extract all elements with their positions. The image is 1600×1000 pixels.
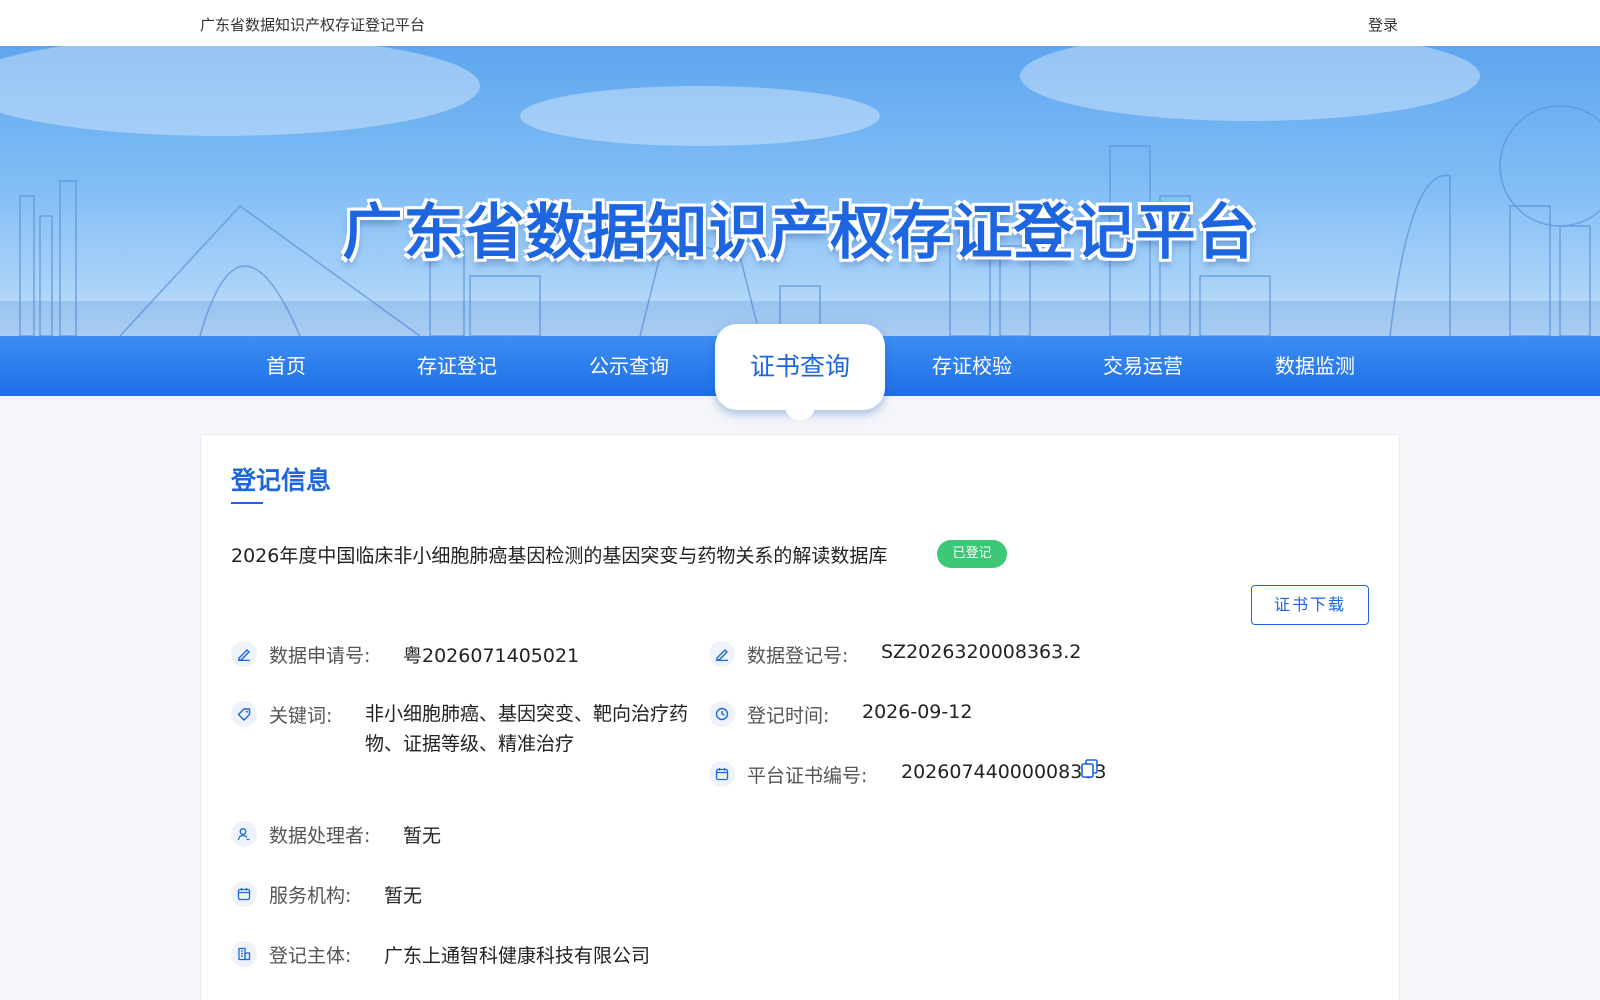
clock-icon <box>709 701 735 727</box>
section-underline <box>231 502 263 504</box>
field-label: 登记时间: <box>747 705 830 727</box>
building-icon <box>231 941 257 967</box>
field-label: 数据处理者: <box>269 825 371 847</box>
nav-item-monitoring[interactable]: 数据监测 <box>1230 336 1400 396</box>
hero-banner: 广东省数据知识产权存证登记平台 <box>0 46 1600 344</box>
field-value: 20260744000008363 <box>901 761 1107 783</box>
user-icon <box>231 821 257 847</box>
calendar-icon <box>231 881 257 907</box>
status-badge: 已登记 <box>937 540 1007 568</box>
site-title: 广东省数据知识产权存证登记平台 <box>200 16 426 34</box>
top-bar: 广东省数据知识产权存证登记平台 登录 <box>0 0 1600 46</box>
field-value: 2026-09-12 <box>862 701 973 723</box>
field-value: 粤2026071405021 <box>403 645 580 667</box>
field-value: 广东上通智科健康科技有限公司 <box>384 945 651 967</box>
nav-item-home[interactable]: 首页 <box>201 336 371 396</box>
field-value: 暂无 <box>403 825 442 847</box>
banner-title: 广东省数据知识产权存证登记平台 <box>342 198 1258 268</box>
main-nav: 首页 存证登记 公示查询 证书查询 存证校验 交易运营 数据监测 <box>0 324 1600 420</box>
field-label: 平台证书编号: <box>747 765 868 787</box>
tag-icon <box>231 701 257 727</box>
field-value: 暂无 <box>384 885 423 907</box>
certificate-download-button[interactable]: 证书下载 <box>1251 585 1369 625</box>
nav-item-registration[interactable]: 存证登记 <box>372 336 542 396</box>
field-label: 数据申请号: <box>269 645 371 667</box>
field-label: 登记主体: <box>269 945 352 967</box>
field-value: 非小细胞肺癌、基因突变、靶向治疗药物、证据等级、精准治疗 <box>365 703 689 755</box>
nav-item-public-query[interactable]: 公示查询 <box>544 336 714 396</box>
field-value: SZ2026320008363.2 <box>881 641 1082 663</box>
copy-icon[interactable] <box>1081 759 1099 784</box>
field-label: 关键词: <box>269 705 333 727</box>
record-title: 2026年度中国临床非小细胞肺癌基因检测的基因突变与药物关系的解读数据库 <box>231 545 888 567</box>
login-link[interactable]: 登录 <box>1368 14 1398 35</box>
field-label: 服务机构: <box>269 885 352 907</box>
nav-item-certificate-query[interactable]: 证书查询 <box>715 324 885 420</box>
nav-item-trading[interactable]: 交易运营 <box>1058 336 1228 396</box>
section-title: 登记信息 <box>231 466 332 495</box>
registration-info-card: 登记信息 2026年度中国临床非小细胞肺癌基因检测的基因突变与药物关系的解读数据… <box>200 434 1400 1000</box>
edit-icon <box>231 641 257 667</box>
nav-item-verification[interactable]: 存证校验 <box>887 336 1057 396</box>
edit-icon <box>709 641 735 667</box>
field-label: 数据登记号: <box>747 645 849 667</box>
calendar-icon <box>709 761 735 787</box>
